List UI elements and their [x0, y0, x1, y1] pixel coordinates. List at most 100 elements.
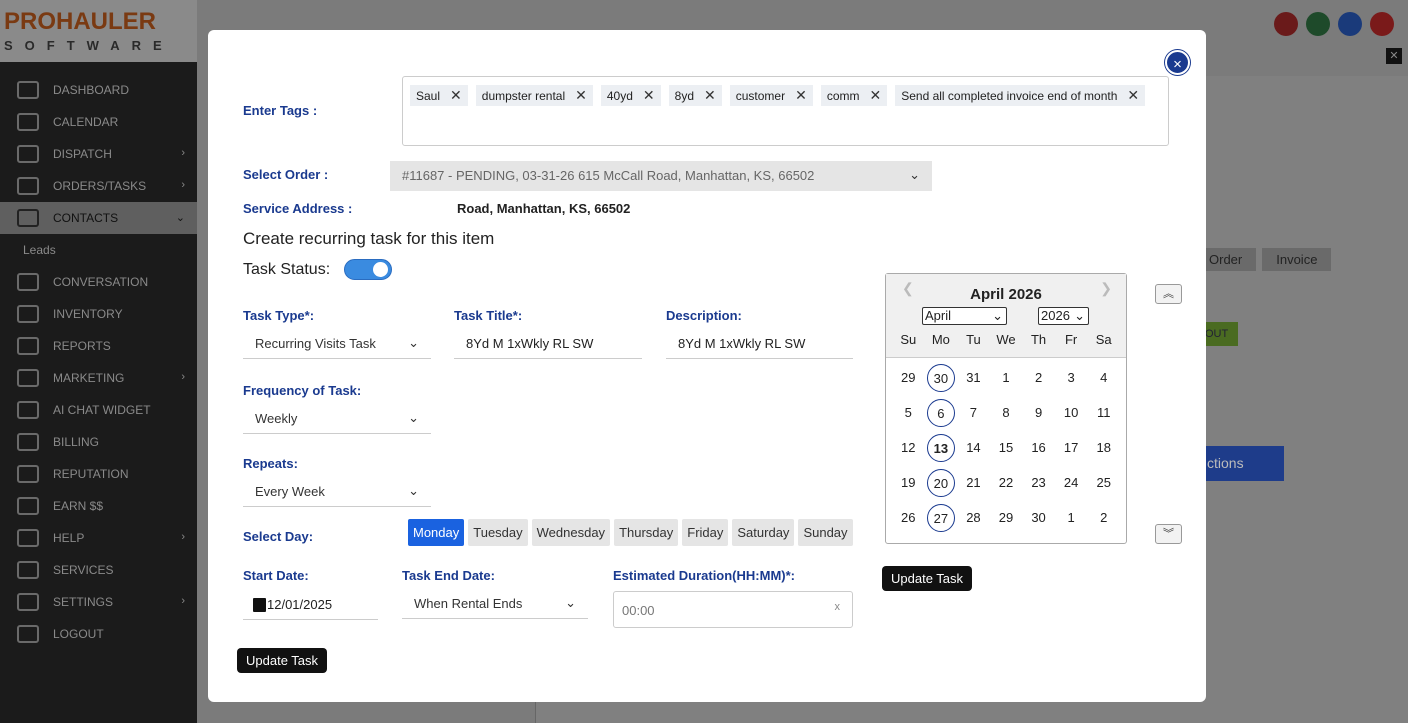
day-button-thursday[interactable]: Thursday — [614, 519, 679, 546]
close-button[interactable]: × — [1165, 50, 1190, 75]
remove-tag-icon[interactable]: ✕ — [643, 87, 655, 104]
sidebar-item-settings[interactable]: SETTINGS › — [0, 586, 197, 618]
date-cell[interactable]: 14 — [959, 434, 987, 462]
date-cell[interactable]: 31 — [959, 364, 987, 392]
tags-input[interactable]: Saul ✕ dumpster rental ✕ 40yd ✕ 8yd ✕ customer ✕ c… — [402, 76, 1169, 146]
sidebar: PROHAULER SOFTWARE DASHBOARD CALENDAR DISP… — [0, 0, 197, 723]
date-cell[interactable]: 13 — [926, 434, 955, 462]
duration-input[interactable]: 00:00 x — [613, 591, 853, 628]
remove-tag-icon[interactable]: ✕ — [795, 87, 807, 104]
order-select[interactable]: #11687 - PENDING, 03-31-26 615 McCall Ro… — [390, 161, 932, 191]
date-cell[interactable]: 23 — [1025, 469, 1053, 497]
date-cell[interactable]: 26 — [894, 504, 922, 532]
help-icon[interactable] — [1338, 12, 1362, 36]
avatar[interactable] — [1370, 12, 1394, 36]
day-button-friday[interactable]: Friday — [682, 519, 729, 546]
description-input[interactable]: 8Yd M 1xWkly RL SW — [666, 329, 853, 359]
date-cell[interactable]: 28 — [959, 504, 987, 532]
month-select[interactable]: April ⌄ — [922, 307, 1007, 325]
date-cell[interactable]: 20 — [926, 469, 955, 497]
date-cell[interactable]: 21 — [959, 469, 987, 497]
sidebar-item-logout[interactable]: LOGOUT — [0, 618, 197, 650]
weekday-label: Su — [900, 332, 917, 347]
day-button-saturday[interactable]: Saturday — [732, 519, 795, 546]
date-cell[interactable]: 7 — [959, 399, 987, 427]
update-task-button-secondary[interactable]: Update Task — [882, 566, 973, 591]
date-cell[interactable]: 3 — [1057, 364, 1085, 392]
tag-chip: 40yd ✕ — [600, 85, 661, 106]
day-button-monday[interactable]: Monday — [408, 519, 465, 546]
date-cell[interactable]: 5 — [894, 399, 922, 427]
sidebar-item-reputation[interactable]: REPUTATION — [0, 458, 197, 490]
remove-tag-icon[interactable]: ✕ — [575, 87, 587, 104]
frequency-select[interactable]: Weekly ⌄ — [243, 404, 431, 434]
logo[interactable]: PROHAULER SOFTWARE — [0, 0, 197, 62]
sidebar-item-reports[interactable]: REPORTS — [0, 330, 197, 362]
task-title-input[interactable]: 8Yd M 1xWkly RL SW — [454, 329, 642, 359]
frequency-label: Frequency of Task: — [243, 383, 362, 398]
date-cell[interactable]: 30 — [1025, 504, 1053, 532]
sidebar-item-dispatch[interactable]: DISPATCH › — [0, 138, 197, 170]
sidebar-item-contacts[interactable]: CONTACTS ⌄ — [0, 202, 197, 234]
remove-tag-icon[interactable]: ✕ — [704, 87, 716, 104]
date-cell[interactable]: 12 — [894, 434, 922, 462]
date-cell[interactable]: 24 — [1057, 469, 1085, 497]
chevron-down-icon: ⌄ — [175, 212, 185, 224]
date-cell[interactable]: 16 — [1025, 434, 1053, 462]
remove-tag-icon[interactable]: ✕ — [450, 87, 462, 104]
sidebar-item-orders-tasks[interactable]: ORDERS/TASKS › — [0, 170, 197, 202]
scroll-down-icon[interactable]: ︾ — [1155, 524, 1182, 544]
sidebar-item-leads[interactable]: Leads — [0, 234, 197, 266]
date-cell[interactable]: 18 — [1090, 434, 1118, 462]
date-cell[interactable]: 1 — [992, 364, 1020, 392]
day-selector: Monday Tuesday Wednesday Thursday Friday Satu… — [408, 519, 853, 546]
money-icon[interactable] — [1306, 12, 1330, 36]
scroll-up-icon[interactable]: ︽ — [1155, 284, 1182, 304]
day-button-wednesday[interactable]: Wednesday — [531, 519, 611, 546]
task-status-toggle[interactable] — [344, 259, 392, 280]
notification-icon[interactable] — [1274, 12, 1298, 36]
date-cell[interactable]: 29 — [894, 364, 922, 392]
repeats-select[interactable]: Every Week ⌄ — [243, 477, 431, 507]
start-date-input[interactable]: 12/01/2025 — [243, 590, 378, 620]
year-select[interactable]: 2026 ⌄ — [1038, 307, 1089, 325]
sidebar-item-earn[interactable]: EARN $$ — [0, 490, 197, 522]
sidebar-item-help[interactable]: HELP › — [0, 522, 197, 554]
tab-invoice[interactable]: Invoice — [1262, 248, 1332, 271]
clear-icon[interactable]: x — [835, 601, 841, 613]
sidebar-item-ai-chat-widget[interactable]: AI CHAT WIDGET — [0, 394, 197, 426]
sidebar-item-calendar[interactable]: CALENDAR — [0, 106, 197, 138]
date-cell[interactable]: 11 — [1090, 399, 1118, 427]
date-cell[interactable]: 15 — [992, 434, 1020, 462]
date-cell[interactable]: 25 — [1090, 469, 1118, 497]
remove-tag-icon[interactable]: ✕ — [870, 87, 882, 104]
remove-tag-icon[interactable]: ✕ — [1127, 87, 1139, 104]
date-cell[interactable]: 6 — [926, 399, 955, 427]
date-cell[interactable]: 30 — [926, 364, 955, 392]
day-button-sunday[interactable]: Sunday — [798, 519, 853, 546]
end-date-select[interactable]: When Rental Ends ⌄ — [402, 589, 588, 619]
date-cell[interactable]: 2 — [1025, 364, 1053, 392]
date-cell[interactable]: 9 — [1025, 399, 1053, 427]
day-button-tuesday[interactable]: Tuesday — [468, 519, 528, 546]
tag-chip: comm ✕ — [820, 85, 888, 106]
sidebar-item-services[interactable]: SERVICES — [0, 554, 197, 586]
date-cell[interactable]: 27 — [926, 504, 955, 532]
date-cell[interactable]: 22 — [992, 469, 1020, 497]
date-cell[interactable]: 4 — [1090, 364, 1118, 392]
sidebar-item-billing[interactable]: BILLING — [0, 426, 197, 458]
date-cell[interactable]: 2 — [1090, 504, 1118, 532]
date-cell[interactable]: 19 — [894, 469, 922, 497]
sidebar-item-marketing[interactable]: MARKETING › — [0, 362, 197, 394]
date-cell[interactable]: 1 — [1057, 504, 1085, 532]
sidebar-item-inventory[interactable]: INVENTORY — [0, 298, 197, 330]
sidebar-item-conversation[interactable]: CONVERSATION — [0, 266, 197, 298]
date-cell[interactable]: 8 — [992, 399, 1020, 427]
date-cell[interactable]: 10 — [1057, 399, 1085, 427]
update-task-button[interactable]: Update Task — [237, 648, 328, 673]
task-type-select[interactable]: Recurring Visits Task ⌄ — [243, 329, 431, 359]
close-icon[interactable]: ✕ — [1386, 48, 1402, 64]
sidebar-item-dashboard[interactable]: DASHBOARD — [0, 74, 197, 106]
date-cell[interactable]: 17 — [1057, 434, 1085, 462]
date-cell[interactable]: 29 — [992, 504, 1020, 532]
